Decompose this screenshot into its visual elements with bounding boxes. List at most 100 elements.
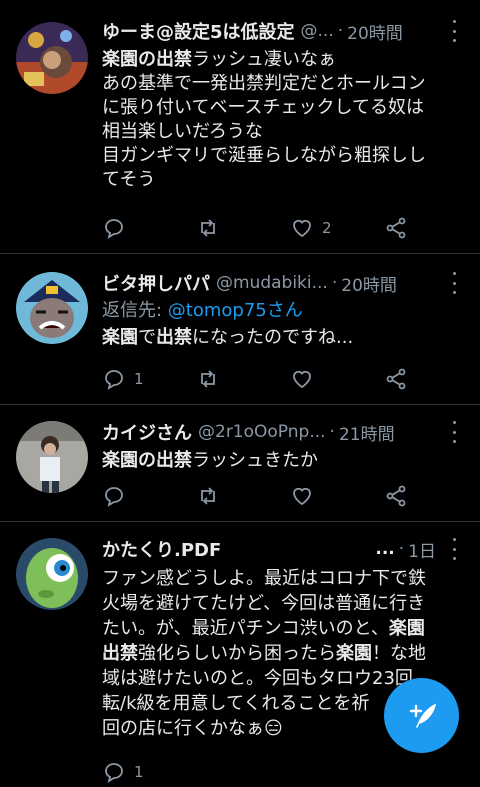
reply-count: 1: [134, 370, 144, 388]
display-name[interactable]: カイジさん: [102, 419, 192, 445]
separator-dot: ·: [331, 273, 338, 293]
retweet-icon: [201, 219, 215, 237]
display-name[interactable]: ゆーま@設定5は低設定: [102, 18, 295, 44]
text-segment: 火場を避けてたけど、今回は普通に行き: [102, 593, 426, 614]
more-options-icon[interactable]: [444, 538, 464, 560]
highlighted-keyword: 楽園の出禁: [102, 450, 192, 471]
more-options-icon[interactable]: [444, 272, 464, 294]
retweet-icon: [201, 487, 215, 505]
text-segment: ！な地: [372, 643, 426, 664]
share-icon: [386, 485, 406, 507]
reply-icon: [105, 370, 123, 390]
reply-icon: [105, 487, 123, 507]
reply-icon: [105, 763, 123, 783]
avatar[interactable]: [16, 538, 88, 610]
tweet-text-line: 楽園の出禁ラッシュきたか: [102, 449, 464, 473]
user-handle[interactable]: ...: [375, 539, 394, 559]
tweet-text-line: 火場を避けてたけど、今回は普通に行き: [102, 591, 464, 616]
user-handle[interactable]: @mudabiki...: [216, 273, 328, 293]
separator-dot: ·: [329, 422, 335, 442]
retweet-button[interactable]: [196, 481, 228, 511]
display-name[interactable]: ビタ押しパパ: [102, 270, 210, 296]
avatar[interactable]: [16, 22, 88, 94]
like-button[interactable]: [290, 364, 322, 394]
tweet-text-line: ファン感どうしよ。最近はコロナ下で鉄: [102, 566, 464, 591]
text-segment: あの基準で一発出禁判定だとホールコン: [102, 73, 426, 94]
reply-prefix: 返信先:: [102, 300, 168, 321]
text-segment: てそう: [102, 169, 156, 190]
separator-dot: ·: [337, 21, 344, 41]
text-segment: 強化らしいから困ったら: [138, 643, 336, 664]
share-icon: [386, 368, 406, 390]
highlighted-keyword: 楽園: [336, 643, 372, 664]
highlighted-keyword: 楽園: [388, 618, 425, 639]
reply-button[interactable]: 1: [102, 757, 144, 787]
like-icon: [293, 487, 311, 506]
tweet-text-line: 楽園で出禁になったのですね...: [102, 326, 464, 350]
tweet-text-line: てそう: [102, 168, 464, 192]
tweet-text-line: たい。が、最近パチンコ渋いのと、楽園: [102, 616, 464, 641]
text-segment: 域は避けたいのと。今回もタロウ23回: [102, 668, 413, 689]
reply-count: 1: [134, 763, 144, 781]
like-button[interactable]: 2: [290, 213, 332, 243]
separator-dot: ·: [398, 539, 405, 559]
timestamp[interactable]: 20時間: [341, 271, 397, 296]
tweet-text: 楽園で出禁になったのですね...: [102, 326, 464, 350]
tweet-text-line: 楽園の出禁ラッシュ凄いなぁ: [102, 48, 464, 72]
text-segment: に張り付いてベースチェックしてる奴は: [102, 97, 425, 118]
tweet-text-line: 出禁強化らしいから困ったら楽園！な地: [102, 641, 464, 666]
text-segment: 目ガンギマリで涎垂らしながら粗探しし: [102, 145, 426, 166]
reply-icon: [105, 219, 123, 239]
highlighted-keyword: 楽園: [102, 327, 138, 348]
timestamp[interactable]: 21時間: [339, 420, 395, 445]
reply-button[interactable]: [102, 213, 134, 243]
timestamp[interactable]: 1日: [408, 537, 436, 562]
text-segment: になったのですね...: [192, 327, 354, 348]
tweet-text: 楽園の出禁ラッシュ凄いなぁ あの基準で一発出禁判定だとホールコン に張り付いてベース…: [102, 48, 464, 192]
tweet-text-line: 目ガンギマリで涎垂らしながら粗探しし: [102, 144, 464, 168]
reply-mention-link[interactable]: @tomop75さん: [168, 300, 303, 321]
display-name[interactable]: かたくり.PDF: [102, 536, 221, 562]
retweet-button[interactable]: [196, 364, 228, 394]
text-segment: ファン感どうしよ。最近はコロナ下で鉄: [102, 568, 426, 589]
like-button[interactable]: [290, 481, 322, 511]
highlighted-keyword: 出禁: [102, 643, 138, 664]
timestamp[interactable]: 20時間: [347, 19, 403, 44]
highlighted-keyword: 楽園の出禁: [102, 49, 192, 70]
reply-button[interactable]: 1: [102, 364, 144, 394]
tweet-3[interactable]: カイジさん @2r1oOoPnp... · 21時間 楽園の出禁ラッシュきたか: [0, 405, 480, 522]
text-segment: ラッシュ凄いなぁ: [192, 49, 336, 70]
like-icon: [293, 370, 311, 389]
text-segment: 転/k級を用意してくれることを祈: [102, 693, 370, 714]
share-button[interactable]: [384, 213, 408, 243]
tweet-2[interactable]: ビタ押しパパ @mudabiki... · 20時間 返信先: @tomop75…: [0, 254, 480, 405]
share-button[interactable]: [384, 481, 408, 511]
avatar[interactable]: [16, 272, 88, 344]
text-segment: 相当楽しいだろうな: [102, 121, 263, 142]
compose-tweet-icon: [409, 703, 436, 728]
highlighted-keyword: 出禁: [156, 327, 192, 348]
share-button[interactable]: [384, 364, 408, 394]
like-count: 2: [322, 219, 332, 237]
compose-tweet-button[interactable]: [384, 678, 459, 753]
avatar[interactable]: [16, 421, 88, 493]
more-options-icon[interactable]: [444, 421, 464, 443]
tweet-text-line: 相当楽しいだろうな: [102, 120, 464, 144]
text-segment: ラッシュきたか: [192, 450, 318, 471]
like-icon: [293, 219, 311, 238]
more-options-icon[interactable]: [444, 20, 464, 42]
reply-button[interactable]: [102, 481, 134, 511]
retweet-button[interactable]: [196, 213, 228, 243]
text-segment: たい。が、最近パチンコ渋いのと、: [102, 618, 389, 639]
retweet-icon: [201, 370, 215, 388]
text-segment: 回の店に行くかなぁ😑: [102, 718, 283, 739]
share-icon: [386, 217, 406, 239]
user-handle[interactable]: @2r1oOoPnp...: [198, 422, 326, 442]
tweet-text-line: あの基準で一発出禁判定だとホールコン: [102, 72, 464, 96]
text-segment: で: [138, 327, 156, 348]
user-handle[interactable]: @...: [301, 21, 334, 41]
tweet-1[interactable]: ゆーま@設定5は低設定 @... · 20時間 楽園の出禁ラッシュ凄いなぁ あの基…: [0, 0, 480, 254]
tweet-text: 楽園の出禁ラッシュきたか: [102, 449, 464, 473]
tweet-text-line: に張り付いてベースチェックしてる奴は: [102, 96, 464, 120]
reply-context: 返信先: @tomop75さん: [102, 298, 464, 324]
